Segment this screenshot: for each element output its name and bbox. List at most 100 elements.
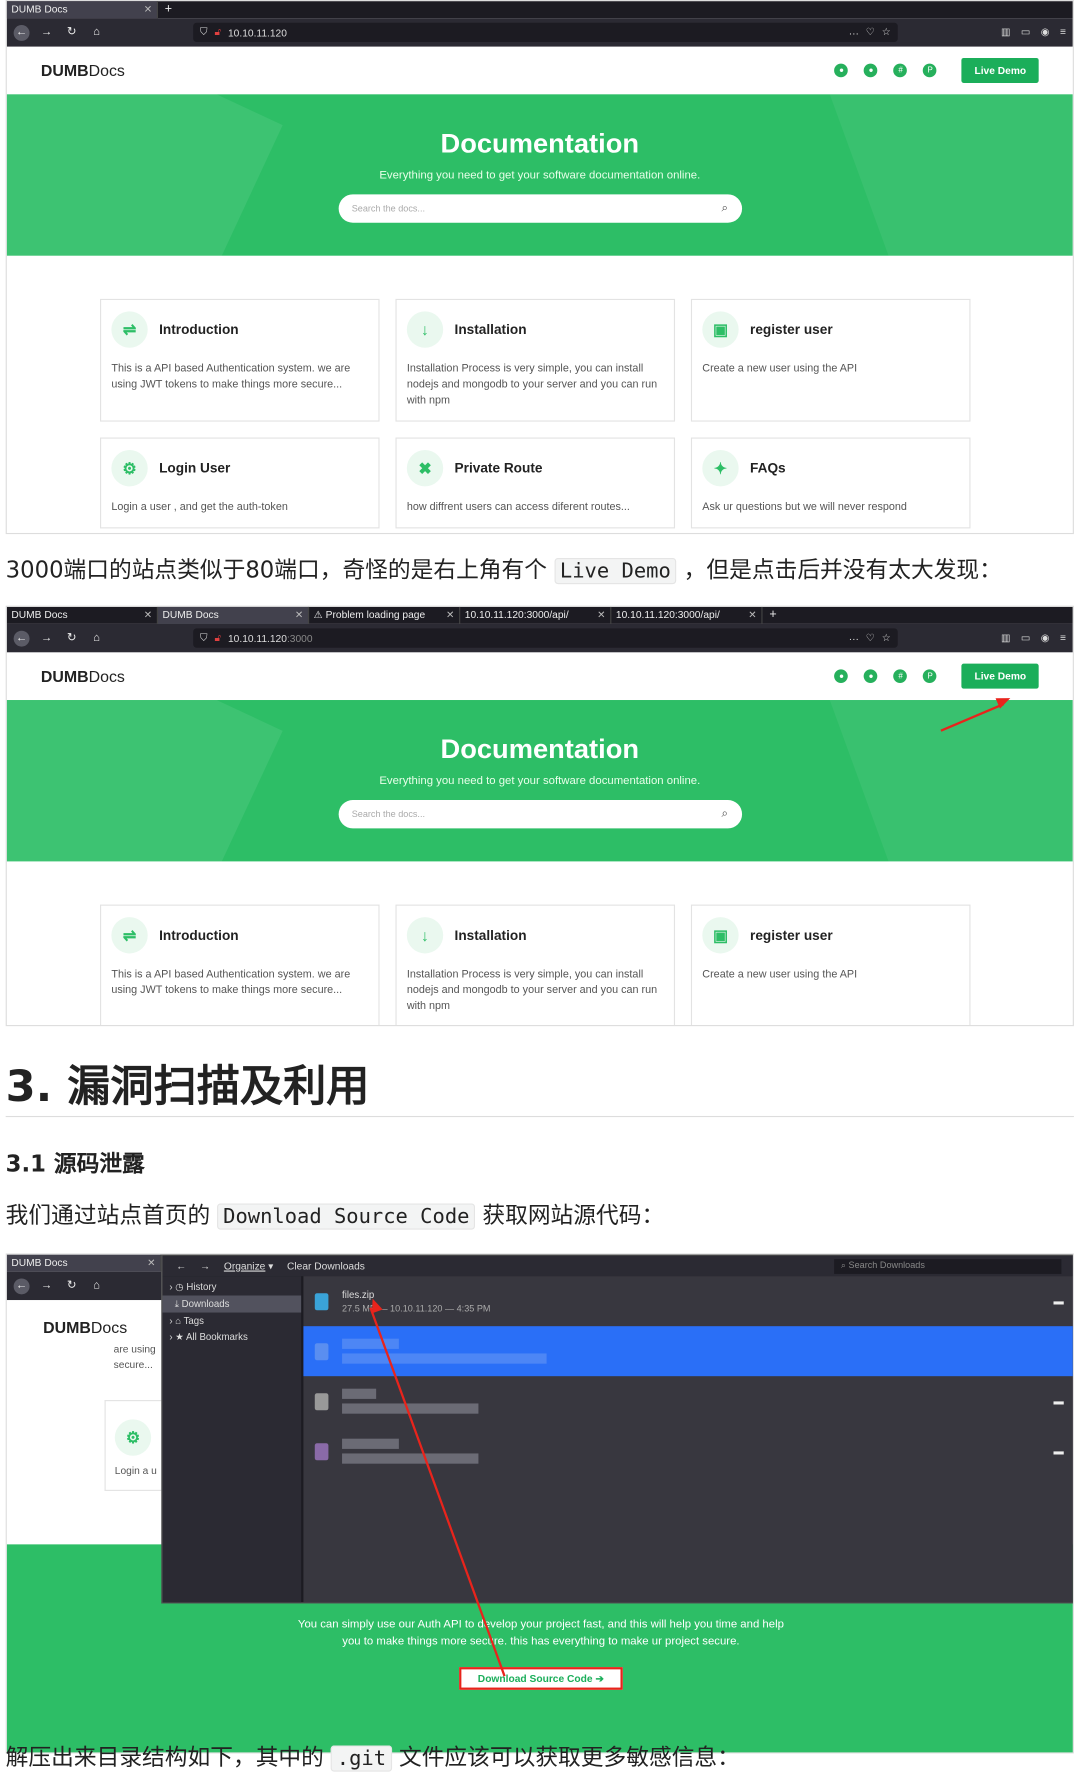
- slack-icon[interactable]: #: [893, 63, 908, 78]
- card-login-user[interactable]: ⚙ Login User Login a user , and get the au…: [100, 437, 380, 529]
- sidebar-item-downloads[interactable]: ⤓ Downloads: [162, 1295, 302, 1313]
- twitter-icon[interactable]: ●: [864, 669, 878, 683]
- close-icon[interactable]: ✕: [144, 3, 153, 16]
- tab-dumb-docs-2[interactable]: DUMB Docs ✕: [157, 606, 310, 624]
- twitter-icon[interactable]: ●: [864, 63, 878, 78]
- download-item-redacted[interactable]: ▬: [303, 1426, 1072, 1476]
- forward-icon[interactable]: →: [39, 24, 55, 40]
- library-icon[interactable]: ▥: [1001, 632, 1011, 645]
- home-icon[interactable]: ⌂: [89, 630, 105, 646]
- github-icon[interactable]: ●: [834, 63, 849, 78]
- file-icon: [314, 1392, 329, 1410]
- card-desc: Create a new user using the API: [702, 968, 858, 981]
- home-icon[interactable]: ⌂: [89, 24, 105, 40]
- close-icon[interactable]: ✕: [597, 609, 606, 622]
- forward-icon[interactable]: →: [200, 1260, 210, 1271]
- tab-dumb-docs[interactable]: DUMB Docs ✕: [6, 1254, 162, 1272]
- sidebar-icon[interactable]: ▭: [1021, 632, 1031, 645]
- arrow-circle-icon: ➔: [595, 1672, 605, 1684]
- sidebar-item-tags[interactable]: › ⌂ Tags: [163, 1313, 302, 1329]
- card-introduction[interactable]: ⇌ Introduction This is a API based Authent…: [100, 298, 380, 422]
- back-icon[interactable]: ←: [13, 630, 30, 647]
- live-demo-button[interactable]: Live Demo: [961, 57, 1039, 83]
- pocket-icon[interactable]: ♡: [866, 632, 875, 645]
- close-icon[interactable]: ✕: [144, 609, 153, 622]
- sidebar-icon[interactable]: ▭: [1021, 26, 1031, 39]
- search-icon[interactable]: ⌕: [721, 808, 727, 821]
- close-icon[interactable]: ✕: [295, 609, 304, 622]
- download-item-redacted[interactable]: ▬: [303, 1376, 1072, 1426]
- clear-downloads-button[interactable]: Clear Downloads: [287, 1260, 365, 1271]
- tab-api-2[interactable]: 10.10.11.120:3000/api/ ✕: [611, 606, 763, 624]
- menu-icon[interactable]: ≡: [1060, 26, 1066, 39]
- back-icon[interactable]: ←: [176, 1260, 186, 1271]
- card-title: Installation: [454, 927, 527, 944]
- account-icon[interactable]: ◉: [1041, 26, 1050, 39]
- site-logo[interactable]: DUMBDocs: [41, 61, 125, 79]
- download-item-files-zip[interactable]: files.zip 27.5 MB — 10.10.11.120 — 4:35 P…: [303, 1276, 1072, 1326]
- docs-search-input[interactable]: Search the docs... ⌕: [338, 194, 742, 223]
- reload-icon[interactable]: ↻: [64, 1278, 80, 1294]
- live-demo-button[interactable]: Live Demo: [961, 663, 1039, 689]
- more-icon[interactable]: ···: [849, 27, 859, 38]
- sidebar-item-bookmarks[interactable]: › ★ All Bookmarks: [163, 1328, 302, 1345]
- site-logo[interactable]: DUMBDocs: [41, 667, 125, 685]
- bookmark-star-icon[interactable]: ☆: [882, 26, 891, 39]
- close-icon[interactable]: ✕: [147, 1257, 156, 1270]
- back-icon[interactable]: ←: [13, 1277, 30, 1294]
- file-icon: [314, 1442, 329, 1460]
- tab-bar: DUMB Docs ✕ +: [6, 1, 1073, 19]
- site-logo[interactable]: DUMBDocs: [7, 1300, 162, 1336]
- card-register-user[interactable]: ▣ register user Create a new user using th…: [690, 298, 971, 422]
- card-introduction[interactable]: ⇌ Introduction This is a API based Authent…: [100, 904, 380, 1026]
- search-icon[interactable]: ⌕: [721, 202, 727, 215]
- download-source-code-button[interactable]: Download Source Code ➔: [459, 1667, 623, 1690]
- address-field[interactable]: ⛉ 🔓︎ 10.10.11.120:3000 ··· ♡ ☆: [193, 628, 898, 648]
- tab-dumb-docs[interactable]: DUMB Docs ✕: [6, 1, 158, 19]
- library-icon[interactable]: ▥: [1001, 26, 1011, 39]
- site-header: DUMBDocs ● ● # P Live Demo: [7, 652, 1073, 700]
- pocket-icon[interactable]: ♡: [866, 26, 875, 39]
- bookmark-star-icon[interactable]: ☆: [882, 632, 891, 645]
- open-folder-icon[interactable]: ▬: [1053, 1395, 1063, 1406]
- product-hunt-icon[interactable]: P: [923, 669, 937, 683]
- new-tab-button[interactable]: +: [158, 1, 179, 18]
- tab-dumb-docs-1[interactable]: DUMB Docs ✕: [7, 606, 158, 624]
- card-faqs[interactable]: ✦ FAQs Ask ur questions but we will never …: [690, 437, 971, 529]
- reload-icon[interactable]: ↻: [64, 630, 80, 646]
- download-item-redacted[interactable]: [303, 1326, 1073, 1377]
- card-installation[interactable]: ↓ Installation Installation Process is ver…: [395, 298, 676, 422]
- forward-icon[interactable]: →: [39, 1278, 55, 1294]
- card-register-user[interactable]: ▣ register user Create a new user using th…: [690, 904, 971, 1026]
- sidebar-item-history[interactable]: › ◷ History: [163, 1278, 302, 1295]
- section-heading: 3. 漏洞扫描及利用: [5, 1061, 370, 1112]
- close-icon[interactable]: ✕: [446, 609, 455, 622]
- address-field[interactable]: ⛉ 🔓︎ 10.10.11.120 ··· ♡ ☆: [193, 22, 898, 43]
- close-icon[interactable]: ✕: [748, 609, 757, 622]
- new-tab-button[interactable]: +: [763, 607, 784, 624]
- open-folder-icon[interactable]: ▬: [1053, 1446, 1063, 1457]
- menu-icon[interactable]: ≡: [1060, 632, 1066, 645]
- tab-problem-loading[interactable]: ⚠ Problem loading page ✕: [309, 606, 461, 624]
- sidebar-item-label: History: [186, 1280, 217, 1293]
- redacted-text: [342, 1403, 479, 1414]
- card-installation[interactable]: ↓ Installation Installation Process is ver…: [395, 904, 676, 1026]
- organize-menu[interactable]: Organize ▾: [224, 1260, 274, 1273]
- download-arrow-icon: ↓: [406, 311, 444, 348]
- github-icon[interactable]: ●: [834, 669, 849, 683]
- forward-icon[interactable]: →: [39, 630, 55, 646]
- product-hunt-icon[interactable]: P: [923, 63, 937, 78]
- open-folder-icon[interactable]: ▬: [1053, 1295, 1063, 1306]
- search-downloads-input[interactable]: ⌕ Search Downloads: [834, 1258, 1062, 1274]
- reload-icon[interactable]: ↻: [64, 24, 80, 40]
- docs-search-input[interactable]: Search the docs... ⌕: [338, 800, 742, 829]
- card-private-route[interactable]: ✖ Private Route how diffrent users can acc…: [395, 437, 676, 529]
- home-icon[interactable]: ⌂: [89, 1278, 105, 1294]
- tab-api-1[interactable]: 10.10.11.120:3000/api/ ✕: [460, 606, 612, 624]
- tab-label: DUMB Docs: [11, 1256, 68, 1269]
- more-icon[interactable]: ···: [849, 632, 859, 643]
- account-icon[interactable]: ◉: [1041, 632, 1050, 645]
- p3-text-b: 文件应该可以获取更多敏感信息：: [398, 1743, 740, 1771]
- back-icon[interactable]: ←: [13, 24, 30, 41]
- slack-icon[interactable]: #: [893, 669, 908, 683]
